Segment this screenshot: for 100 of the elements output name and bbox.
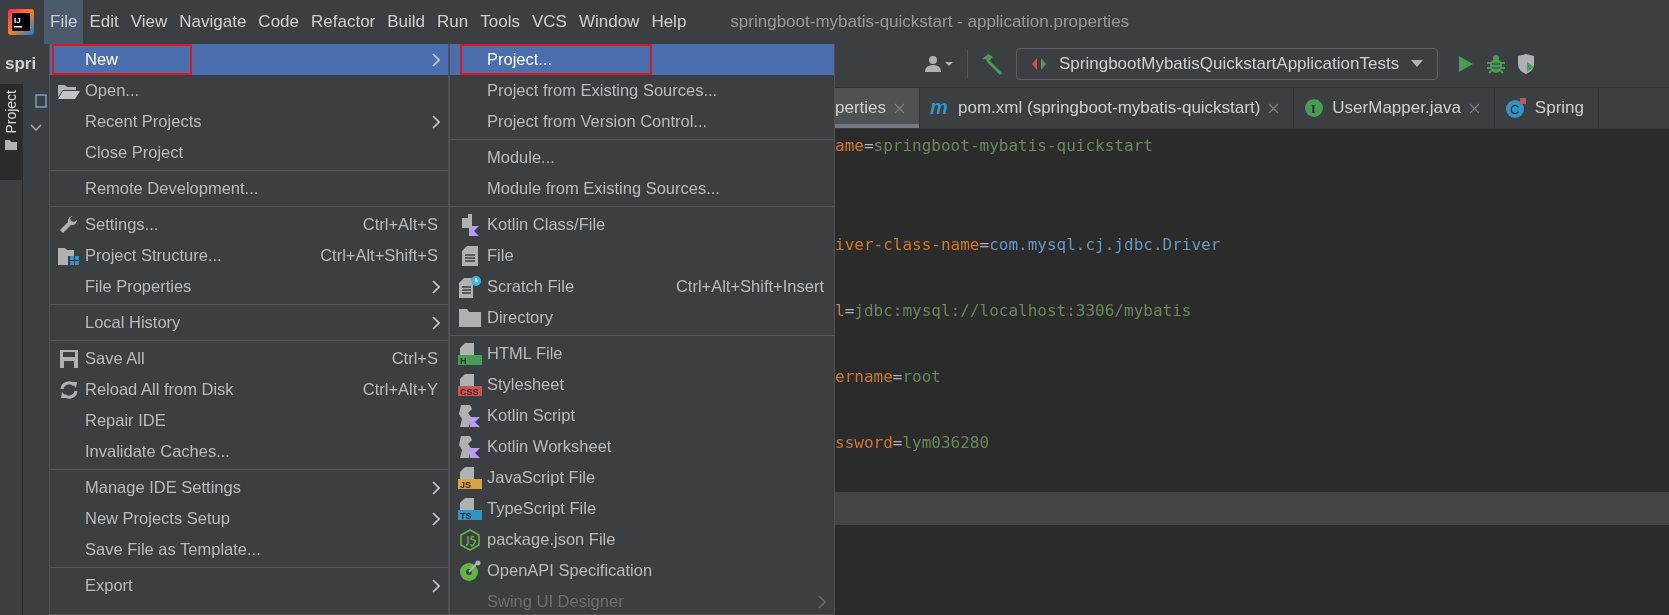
project-name: spri — [4, 53, 38, 75]
shortcut-label: Ctrl+Alt+Shift+S — [320, 246, 438, 265]
code-line: l=jdbc:mysql://localhost:3306/mybatis — [835, 301, 1192, 320]
folder-icon — [57, 82, 80, 99]
kotlin-script-icon — [458, 435, 481, 458]
code-line: ame=springboot-mybatis-quickstart — [835, 136, 1153, 155]
menu-item[interactable]: package.json File — [450, 524, 834, 555]
code-brackets-icon — [1031, 57, 1047, 71]
openapi-icon — [458, 559, 481, 582]
editor-tab[interactable]: perties — [835, 88, 921, 128]
menu-item[interactable]: Directory — [450, 302, 834, 333]
menu-bar-item[interactable]: Code — [252, 0, 305, 44]
maven-icon: m — [930, 99, 951, 117]
menu-item[interactable]: JS JavaScript File — [450, 462, 834, 493]
menu-item[interactable]: Local History — [50, 307, 448, 338]
menu-item[interactable]: Project from Version Control... — [450, 106, 834, 137]
menu-bar-item[interactable]: Navigate — [173, 0, 253, 44]
menu-bar-item[interactable]: Help — [645, 0, 693, 44]
kotlin-script-icon — [458, 404, 481, 427]
close-icon[interactable] — [894, 102, 906, 114]
code-line: ssword=lym036280 — [835, 433, 990, 452]
menu-item[interactable]: Module... — [450, 142, 834, 173]
close-icon[interactable] — [1468, 102, 1480, 114]
menu-item[interactable]: File — [450, 240, 834, 271]
run-configuration-dropdown[interactable]: SpringbootMybatisQuickstartApplicationTests — [1016, 48, 1439, 80]
chevron-right-icon — [432, 114, 440, 129]
menu-item[interactable]: Invalidate Caches... — [50, 436, 448, 467]
menu-item[interactable]: Reload All from Disk Ctrl+Alt+Y — [50, 374, 448, 405]
menu-bar-item[interactable]: Run — [431, 0, 475, 44]
menu-item[interactable]: Open... — [50, 75, 448, 106]
close-icon[interactable] — [1268, 102, 1280, 114]
shortcut-label: Ctrl+S — [391, 349, 438, 368]
menu-item[interactable]: File Properties — [50, 271, 448, 302]
chevron-right-icon — [432, 511, 440, 526]
menu-bar-item[interactable]: Refactor — [305, 0, 382, 44]
bug-icon[interactable] — [1486, 54, 1507, 74]
menu-item[interactable]: Kotlin Script — [450, 400, 834, 431]
menu-bar-item[interactable]: Build — [381, 0, 432, 44]
menu-bar-item[interactable]: Window — [572, 0, 646, 44]
folder-grid-icon — [57, 246, 80, 265]
run-icon[interactable] — [1458, 55, 1475, 73]
menu-item[interactable]: Project... — [450, 44, 834, 75]
project-tool-tab[interactable]: Project — [0, 84, 22, 180]
menu-item[interactable]: TS TypeScript File — [450, 493, 834, 524]
chevron-right-icon — [818, 594, 826, 609]
class-icon: C — [1504, 98, 1527, 118]
menu-item[interactable]: Repair IDE — [50, 405, 448, 436]
hexagon-icon — [458, 528, 481, 551]
editor-tab[interactable]: C Spring — [1494, 88, 1599, 128]
interface-icon: I — [1304, 98, 1325, 118]
shortcut-label: Ctrl+Alt+Shift+Insert — [675, 277, 824, 296]
menu-bar-item[interactable]: Tools — [474, 0, 526, 44]
wrench-icon — [58, 214, 79, 235]
hammer-icon[interactable] — [980, 53, 1004, 75]
chevron-right-icon — [432, 480, 440, 495]
user-menu-icon[interactable] — [925, 55, 955, 73]
app-logo-icon[interactable]: IJ — [8, 9, 34, 35]
menu-bar-item[interactable]: VCS — [525, 0, 573, 44]
menu-bar-item[interactable]: View — [124, 0, 174, 44]
kotlin-file-icon — [459, 213, 480, 236]
menu-bar-item[interactable]: File — [44, 0, 84, 44]
menu-item[interactable]: CSS Stylesheet — [450, 369, 834, 400]
editor-tab[interactable]: m pom.xml (springboot-mybatis-quickstart) — [920, 88, 1295, 128]
menu-item[interactable]: Export — [50, 570, 448, 601]
chevron-right-icon — [432, 52, 440, 67]
shortcut-label: Ctrl+Alt+Y — [362, 380, 438, 399]
menu-item[interactable]: Scratch File Ctrl+Alt+Shift+Insert — [450, 271, 834, 302]
code-line: iver-class-name=com.mysql.cj.jdbc.Driver — [835, 235, 1221, 254]
editor-tab[interactable]: I UserMapper.java — [1294, 88, 1495, 128]
menu-item[interactable]: Manage IDE Settings — [50, 472, 448, 503]
chevron-down-icon[interactable] — [29, 124, 42, 132]
reload-icon — [58, 380, 79, 399]
scratch-file-icon — [458, 275, 481, 298]
folder-icon — [458, 308, 481, 327]
code-editor[interactable]: ame=springboot-mybatis-quickstart iver-class-name=com.mysql.cj.jdbc.Driver l=jdbc:mysql://localhost:3306/mybatis ername=root ssword=lym036280 — [835, 129, 1669, 615]
menu-item[interactable]: Save File as Template... — [50, 534, 448, 565]
caret-icon — [1411, 60, 1424, 68]
menu-bar-item[interactable]: Edit — [83, 0, 125, 44]
menu-item[interactable]: Kotlin Class/File — [450, 209, 834, 240]
menu-item[interactable]: Remote Development... — [50, 173, 448, 204]
menu-item[interactable]: OpenAPI Specification — [450, 555, 834, 586]
menu-item[interactable]: Recent Projects — [50, 106, 448, 137]
shortcut-label: Ctrl+Alt+S — [362, 215, 438, 234]
folder-icon — [4, 139, 17, 150]
menu-item[interactable]: H HTML File — [450, 338, 834, 369]
menu-item[interactable]: Kotlin Worksheet — [450, 431, 834, 462]
menu-item[interactable]: New — [50, 44, 448, 75]
menu-item[interactable]: Project from Existing Sources... — [450, 75, 834, 106]
menu-item[interactable]: Save All Ctrl+S — [50, 343, 448, 374]
file-icon — [461, 245, 478, 266]
window-title: springboot-mybatis-quickstart - application.properties — [730, 12, 1130, 32]
code-line: ername=root — [835, 367, 941, 386]
module-icon — [34, 94, 47, 108]
chevron-right-icon — [432, 578, 440, 593]
menu-item[interactable]: Settings... Ctrl+Alt+S — [50, 209, 448, 240]
menu-item[interactable]: Project Structure... Ctrl+Alt+Shift+S — [50, 240, 448, 271]
menu-item[interactable]: Module from Existing Sources... — [450, 173, 834, 204]
shield-icon[interactable] — [1518, 54, 1535, 74]
menu-item[interactable]: Close Project — [50, 137, 448, 168]
menu-item[interactable]: New Projects Setup — [50, 503, 448, 534]
